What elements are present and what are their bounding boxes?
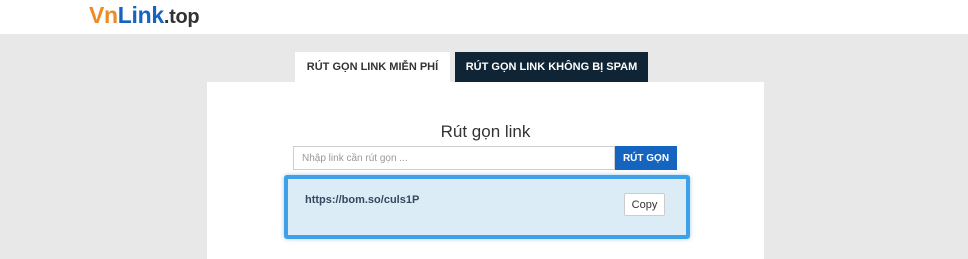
url-input[interactable] xyxy=(294,147,614,169)
logo-top: .top xyxy=(163,6,200,28)
tab-free-shortener[interactable]: RÚT GỌN LINK MIỄN PHÍ xyxy=(295,52,450,82)
result-box: https://bom.so/culs1P Copy xyxy=(284,175,690,239)
logo-vn: Vn xyxy=(89,2,118,28)
page-title: Rút gọn link xyxy=(440,122,531,141)
site-logo[interactable]: VnLink.top xyxy=(89,2,200,29)
top-header: VnLink.top xyxy=(0,0,968,34)
url-input-wrapper xyxy=(293,146,615,170)
tab-no-spam-shortener[interactable]: RÚT GỌN LINK KHÔNG BỊ SPAM xyxy=(455,52,648,82)
copy-button[interactable]: Copy xyxy=(624,193,665,216)
shorten-button[interactable]: RÚT GỌN xyxy=(615,146,677,170)
logo-link: Link xyxy=(117,2,164,28)
short-link[interactable]: https://bom.so/culs1P xyxy=(305,194,419,206)
